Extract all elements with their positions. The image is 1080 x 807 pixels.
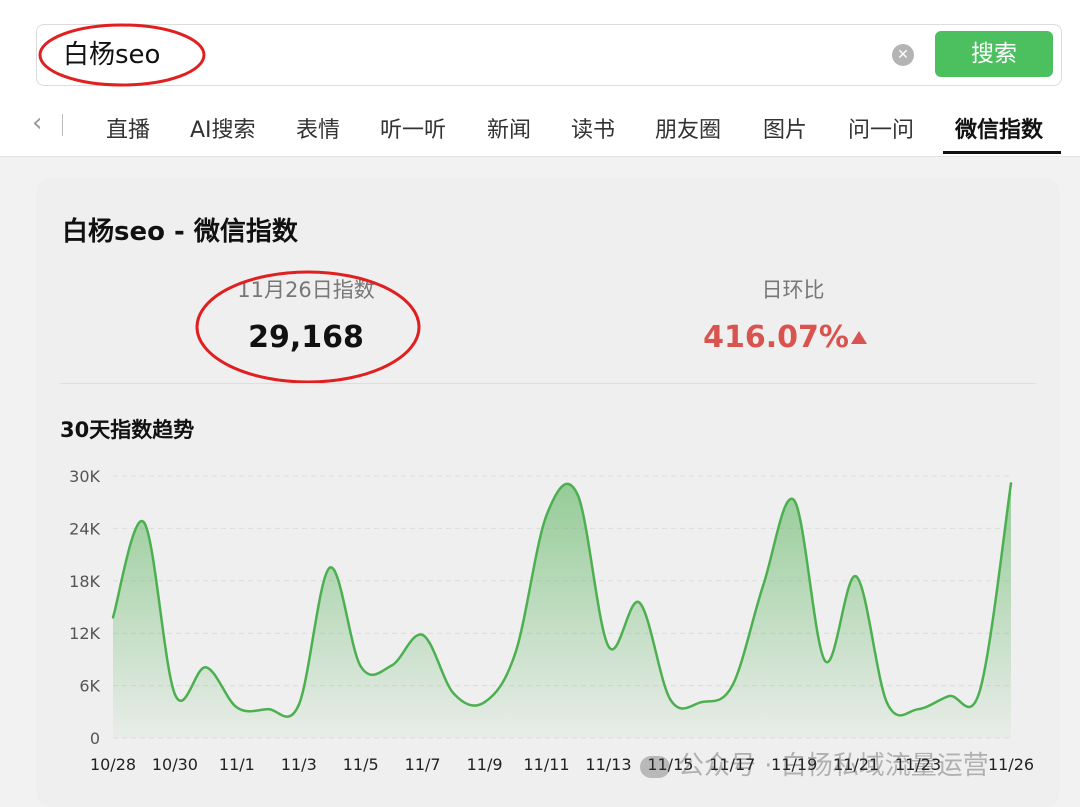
- data-point-11/24: [947, 694, 951, 698]
- data-point-11/9: [483, 700, 486, 704]
- data-point-11/1: [235, 706, 239, 709]
- data-point-11/22: [885, 701, 889, 705]
- data-point-11/7: [421, 633, 424, 637]
- y-tick-label: 18K: [69, 572, 100, 591]
- watermark: 公众号 · 白杨私域流量运营: [640, 745, 989, 782]
- data-point-11/3: [297, 703, 300, 707]
- data-point-11/25: [978, 688, 982, 692]
- x-tick-label: 11/5: [343, 755, 379, 774]
- data-point-11/13: [607, 645, 610, 648]
- x-tick-label: 11/26: [988, 755, 1034, 774]
- data-point-11/23: [916, 707, 920, 711]
- data-point-11/21: [854, 575, 858, 578]
- y-tick-label: 30K: [69, 467, 100, 486]
- data-point-10/28: [111, 616, 115, 619]
- x-tick-label: 11/1: [219, 755, 255, 774]
- x-tick-label: 10/30: [152, 755, 198, 774]
- data-point-10/31: [204, 666, 208, 669]
- data-point-11/18: [762, 583, 765, 587]
- x-tick-label: 11/7: [405, 755, 441, 774]
- trend-area: [113, 483, 1011, 738]
- y-tick-label: 12K: [69, 624, 100, 643]
- data-point-10/30: [173, 693, 177, 696]
- x-tick-label: 10/28: [90, 755, 136, 774]
- data-point-11/4: [328, 566, 331, 569]
- data-point-11/11: [545, 514, 548, 517]
- data-point-11/26: [1009, 482, 1013, 485]
- y-tick-label: 24K: [69, 519, 100, 538]
- data-point-11/15: [669, 698, 672, 701]
- data-point-11/19: [793, 499, 796, 502]
- x-tick-label: 11/9: [467, 755, 503, 774]
- data-point-11/20: [824, 659, 827, 663]
- x-tick-label: 11/11: [523, 755, 569, 774]
- data-point-11/5: [359, 665, 362, 668]
- y-tick-label: 0: [90, 729, 100, 748]
- data-point-11/12: [576, 493, 579, 496]
- watermark-text: 公众号 · 白杨私域流量运营: [678, 751, 989, 781]
- y-tick-label: 6K: [79, 677, 100, 696]
- data-point-10/29: [142, 521, 146, 524]
- trend-chart: 0 6K 12K 18K 24K 30K 10/28 10/30 11/1 11/3 11/5 11…: [69, 467, 1034, 774]
- x-tick-label: 11/3: [281, 755, 317, 774]
- data-point-11/6: [390, 664, 393, 667]
- x-tick-label: 11/13: [585, 755, 631, 774]
- data-point-11/8: [452, 692, 455, 695]
- data-point-11/10: [514, 651, 517, 654]
- data-point-11/14: [638, 601, 641, 604]
- data-point-11/2: [266, 707, 270, 711]
- data-point-11/17: [731, 684, 734, 687]
- data-point-11/16: [700, 700, 703, 704]
- wechat-official-account-icon: [640, 755, 670, 778]
